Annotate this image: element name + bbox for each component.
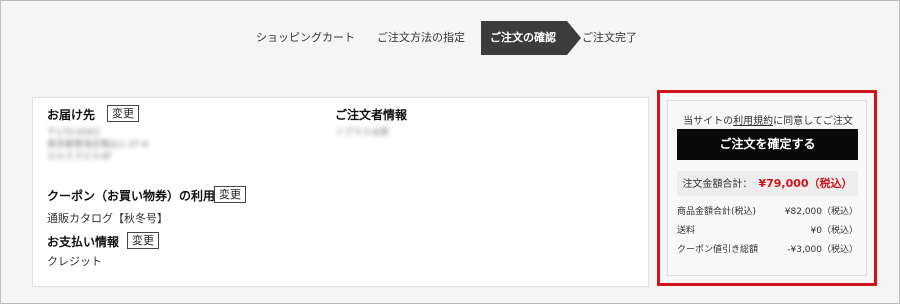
page-frame: ショッピングカート ご注文方法の指定 ご注文の確認 ご注文完了 お届け先 変更 … — [0, 0, 900, 304]
order-total: 注文金額合計： ¥79,000（税込） — [677, 171, 858, 196]
shipping-label: 送料 — [677, 226, 696, 236]
delivery-address-line-2: 東京都豊島区駒込1-37-6 — [47, 140, 149, 150]
terms-suffix: に同意してご注文 — [773, 116, 853, 127]
shipping-value: ¥0（税込） — [810, 226, 858, 236]
step-order-confirm-active: ご注文の確認 — [481, 21, 581, 55]
order-info-panel: お届け先 変更 〒170-0003 東京都豊島区駒込1-37-6 エルミスビル4… — [32, 97, 649, 287]
step-order-method[interactable]: ご注文方法の指定 — [377, 21, 465, 55]
order-total-label: 注文金額合計： — [682, 179, 753, 190]
subtotal-row: 商品金額合計(税込) ¥82,000（税込） — [677, 204, 858, 217]
orderer-title: ご注文者情報 — [335, 108, 408, 122]
coupon-value: 通販カタログ【秋冬号】 — [47, 212, 168, 225]
delivery-address-line-1: 〒170-0003 — [47, 128, 100, 138]
delivery-edit-button[interactable]: 変更 — [107, 105, 139, 122]
order-summary: 当サイトの利用規約に同意してご注文 ご注文を確定する 注文金額合計： ¥79,00… — [667, 100, 867, 276]
delivery-title: お届け先 — [47, 108, 96, 122]
orderer-name: ソプラス太郎 — [335, 128, 389, 138]
order-total-amount: ¥79,000（税込） — [758, 177, 853, 190]
payment-title: お支払い情報 — [47, 235, 120, 249]
shipping-row: 送料 ¥0（税込） — [677, 223, 858, 236]
terms-agreement: 当サイトの利用規約に同意してご注文 — [668, 112, 868, 127]
coupon-edit-button[interactable]: 変更 — [214, 186, 246, 203]
terms-prefix: 当サイトの — [683, 116, 734, 127]
coupon-discount-label: クーポン値引き総額 — [677, 245, 759, 255]
payment-edit-button[interactable]: 変更 — [127, 232, 159, 249]
coupon-title: クーポン（お買い物券）の利用 — [47, 189, 216, 203]
confirm-order-button[interactable]: ご注文を確定する — [677, 129, 858, 160]
coupon-discount-value: -¥3,000（税込） — [787, 245, 858, 255]
checkout-steps: ショッピングカート ご注文方法の指定 ご注文の確認 ご注文完了 — [1, 21, 900, 55]
step-cart[interactable]: ショッピングカート — [256, 21, 355, 55]
subtotal-label: 商品金額合計(税込) — [677, 207, 757, 217]
terms-link[interactable]: 利用規約 — [733, 116, 773, 127]
payment-value: クレジット — [47, 255, 102, 268]
coupon-discount-row: クーポン値引き総額 -¥3,000（税込） — [677, 242, 858, 255]
delivery-address-line-3: エルミスビル4F — [47, 152, 112, 162]
subtotal-value: ¥82,000（税込） — [784, 207, 858, 217]
step-order-complete: ご注文完了 — [582, 31, 637, 44]
